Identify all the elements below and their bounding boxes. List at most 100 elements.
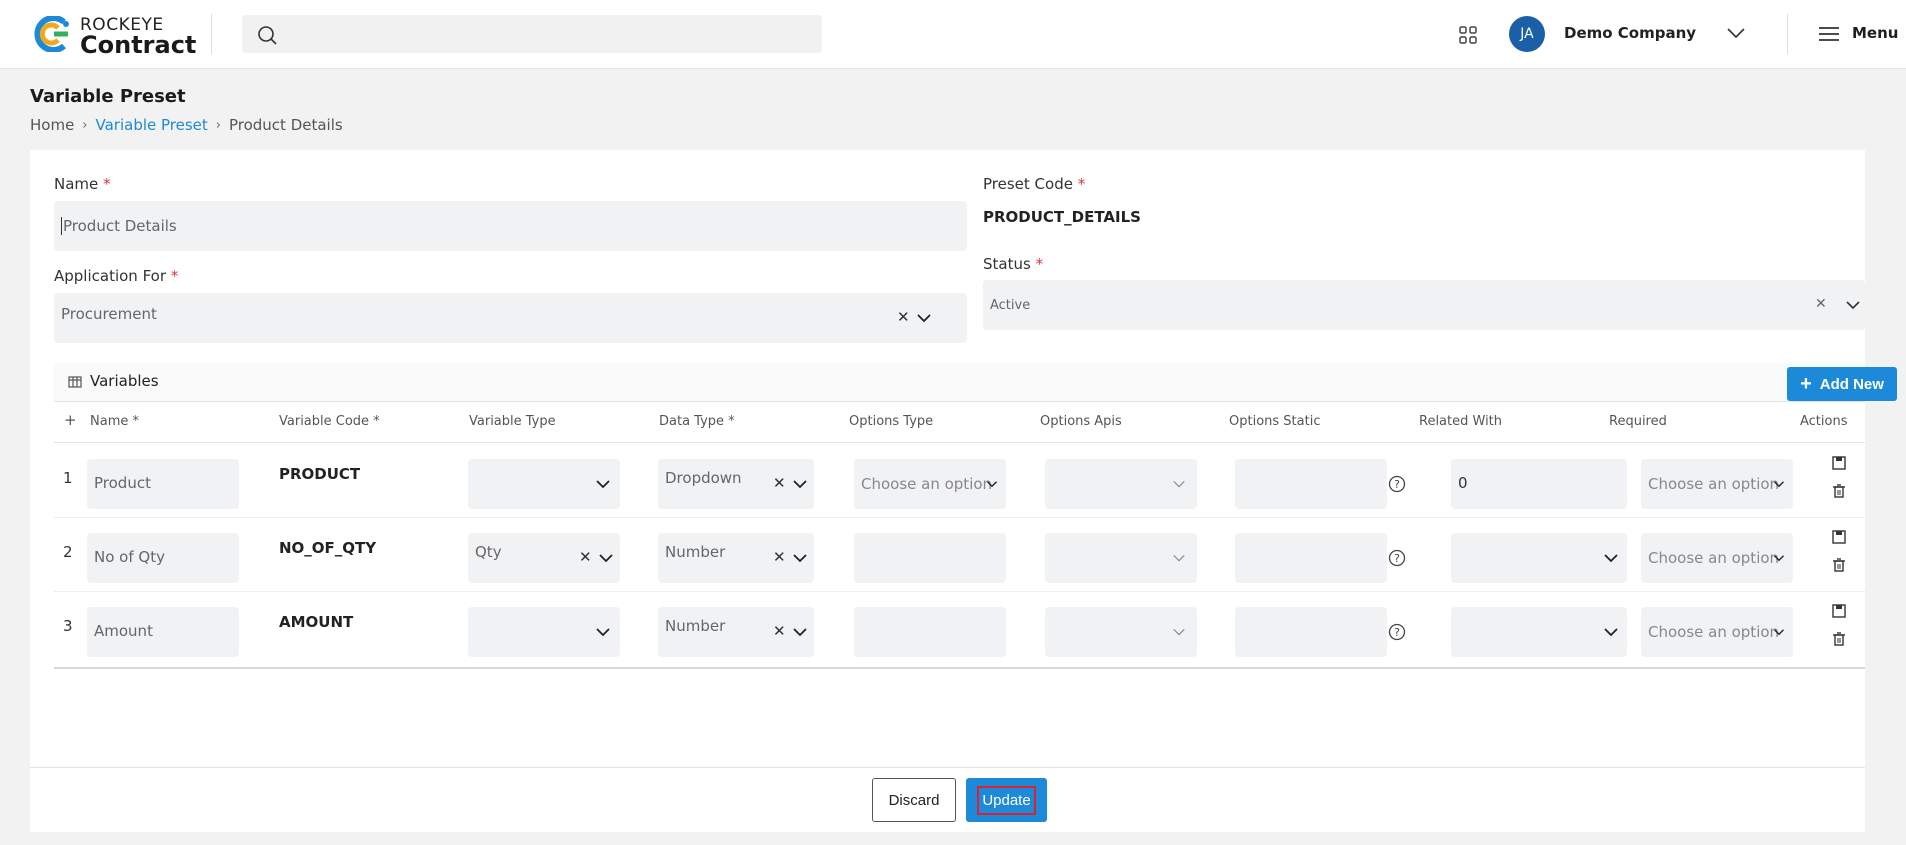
table-icon	[68, 376, 82, 388]
chevron-down-icon	[1774, 555, 1784, 562]
svg-text:?: ?	[1394, 478, 1400, 491]
save-icon[interactable]	[1831, 529, 1847, 545]
related-with-select[interactable]	[1451, 533, 1627, 583]
variable-code: AMOUNT	[279, 613, 354, 631]
application-for-label: Application For *	[54, 267, 179, 285]
options-static-input[interactable]	[1235, 459, 1387, 509]
options-type-select[interactable]	[854, 607, 1006, 657]
clear-icon[interactable]: ✕	[579, 548, 592, 566]
company-name[interactable]: Demo Company	[1564, 24, 1696, 42]
chevron-down-icon	[793, 628, 807, 637]
variable-name-input[interactable]: Amount	[87, 607, 239, 657]
clear-icon[interactable]: ✕	[773, 474, 786, 492]
options-apis-select[interactable]	[1045, 533, 1197, 583]
chevron-down-icon	[1173, 480, 1185, 488]
menu-button[interactable]: Menu	[1852, 24, 1898, 42]
variable-code: NO_OF_QTY	[279, 539, 377, 557]
variable-code: PRODUCT	[279, 465, 361, 483]
chevron-down-icon	[599, 554, 613, 563]
discard-button[interactable]: Discard	[872, 778, 956, 822]
avatar[interactable]: JA	[1509, 16, 1545, 52]
data-type-select[interactable]: Number ✕	[658, 533, 814, 583]
col-required: Required	[1609, 414, 1667, 429]
logo-mark-icon	[34, 16, 69, 52]
options-type-select[interactable]: Choose an option	[854, 459, 1006, 509]
related-with-select[interactable]	[1451, 607, 1627, 657]
top-header: ROCKEYE Contract JA Demo Company Menu	[0, 0, 1906, 69]
status-select[interactable]: Active	[983, 280, 1865, 330]
brand-logo[interactable]: ROCKEYE Contract	[28, 14, 196, 59]
chevron-down-icon	[1604, 554, 1618, 563]
chevron-down-icon[interactable]	[1845, 300, 1861, 310]
add-row-button[interactable]: +	[64, 411, 77, 429]
row-divider	[54, 591, 1865, 592]
breadcrumb: Home › Variable Preset › Product Details	[30, 116, 343, 134]
brand-bottom: Contract	[80, 31, 197, 59]
help-icon[interactable]: ?	[1388, 623, 1406, 641]
data-type-select[interactable]: Dropdown ✕	[658, 459, 814, 509]
update-button[interactable]: Update	[966, 778, 1047, 822]
row-divider	[54, 517, 1865, 518]
required-select[interactable]: Choose an option	[1641, 607, 1793, 657]
options-apis-select[interactable]	[1045, 607, 1197, 657]
breadcrumb-variable-preset[interactable]: Variable Preset	[96, 116, 208, 134]
chevron-down-icon	[1173, 554, 1185, 562]
search-input[interactable]	[242, 15, 822, 53]
col-name: Name *	[90, 414, 139, 429]
variables-title: Variables	[90, 372, 159, 390]
variable-type-select[interactable]	[468, 459, 620, 509]
chevron-down-icon[interactable]	[1726, 26, 1746, 40]
add-new-button[interactable]: + Add New	[1787, 367, 1897, 401]
search-icon	[258, 26, 277, 45]
clear-icon[interactable]: ✕	[1815, 296, 1827, 312]
required-select[interactable]: Choose an option	[1641, 459, 1793, 509]
col-data-type: Data Type *	[659, 414, 735, 429]
chevron-down-icon	[596, 480, 610, 489]
hamburger-icon[interactable]	[1818, 25, 1840, 43]
variable-name-input[interactable]: Product	[87, 459, 239, 509]
options-apis-select[interactable]	[1045, 459, 1197, 509]
col-variable-code: Variable Code *	[279, 414, 380, 429]
chevron-down-icon	[1774, 481, 1784, 488]
required-select[interactable]: Choose an option	[1641, 533, 1793, 583]
header-divider	[211, 14, 212, 54]
breadcrumb-home[interactable]: Home	[30, 116, 74, 134]
col-options-apis: Options Apis	[1040, 414, 1122, 429]
header-divider	[1787, 14, 1788, 54]
save-icon[interactable]	[1831, 603, 1847, 619]
chevron-down-icon	[1604, 628, 1618, 637]
options-static-input[interactable]	[1235, 607, 1387, 657]
col-variable-type: Variable Type	[469, 414, 556, 429]
chevron-down-icon	[987, 481, 997, 488]
related-with-input[interactable]: 0	[1451, 459, 1627, 509]
col-options-static: Options Static	[1229, 414, 1321, 429]
clear-icon[interactable]: ✕	[773, 622, 786, 640]
variable-type-select[interactable]: Qty ✕	[468, 533, 620, 583]
name-label: Name *	[54, 175, 111, 193]
clear-icon[interactable]: ✕	[897, 308, 910, 326]
col-options-type: Options Type	[849, 414, 934, 429]
delete-icon[interactable]	[1831, 631, 1847, 647]
variable-name-input[interactable]: No of Qty	[87, 533, 239, 583]
data-type-select[interactable]: Number ✕	[658, 607, 814, 657]
delete-icon[interactable]	[1831, 483, 1847, 499]
chevron-right-icon: ›	[82, 117, 88, 133]
footer-divider	[30, 767, 1865, 768]
chevron-down-icon[interactable]	[916, 313, 932, 323]
application-for-select[interactable]: Procurement	[54, 293, 967, 343]
save-icon[interactable]	[1831, 455, 1847, 471]
preset-code-value: PRODUCT_DETAILS	[983, 208, 1141, 226]
help-icon[interactable]: ?	[1388, 549, 1406, 567]
options-type-select[interactable]	[854, 533, 1006, 583]
status-label: Status *	[983, 255, 1044, 273]
help-icon[interactable]: ?	[1388, 475, 1406, 493]
variable-type-select[interactable]	[468, 607, 620, 657]
update-button-label: Update	[977, 785, 1036, 815]
form-card: Name * Product Details Preset Code * PRO…	[30, 150, 1897, 832]
clear-icon[interactable]: ✕	[773, 548, 786, 566]
delete-icon[interactable]	[1831, 557, 1847, 573]
apps-grid-icon[interactable]	[1458, 25, 1478, 45]
chevron-down-icon	[1173, 628, 1185, 636]
name-input[interactable]: Product Details	[54, 201, 967, 251]
options-static-input[interactable]	[1235, 533, 1387, 583]
